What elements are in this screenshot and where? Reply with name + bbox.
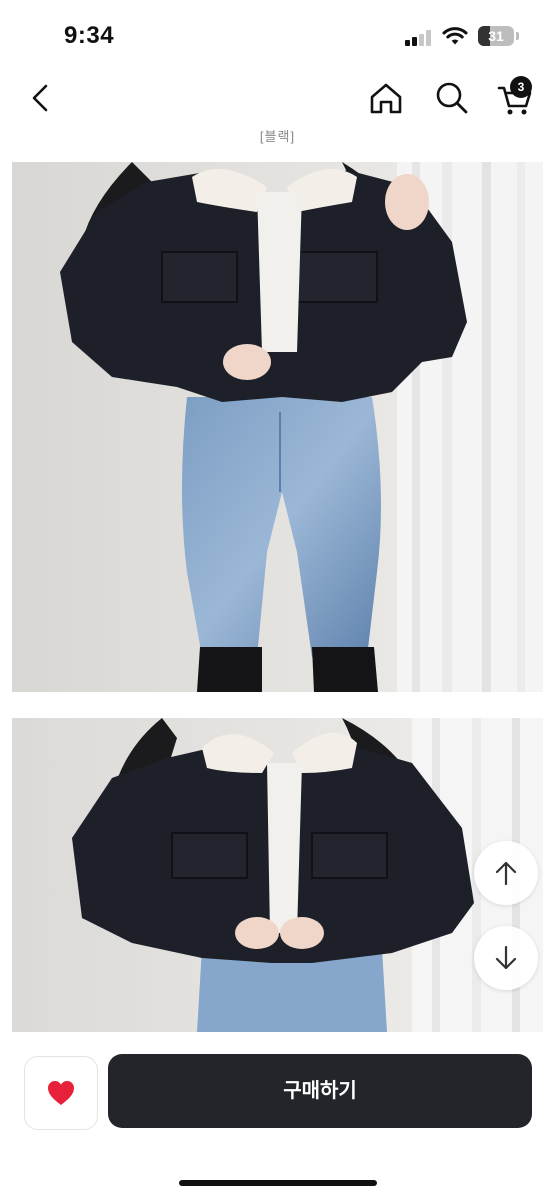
battery-icon: 31 xyxy=(478,26,514,46)
like-button[interactable] xyxy=(24,1056,98,1130)
cart-count-badge: 3 xyxy=(510,76,532,98)
scroll-down-button[interactable] xyxy=(474,926,538,990)
back-button[interactable] xyxy=(24,78,60,118)
color-caption: [블랙] xyxy=(259,129,296,144)
product-image-2[interactable] xyxy=(12,718,543,1032)
status-bar: 9:34 31 xyxy=(0,0,555,70)
product-image-1[interactable] xyxy=(12,162,543,692)
home-button[interactable] xyxy=(366,78,406,118)
home-indicator xyxy=(179,1180,377,1186)
arrow-down-icon xyxy=(495,945,517,970)
search-button[interactable] xyxy=(432,78,472,118)
top-nav xyxy=(0,70,555,126)
scroll-up-button[interactable] xyxy=(474,841,538,905)
battery-level: 31 xyxy=(488,28,504,44)
wifi-icon xyxy=(442,27,468,45)
buy-button[interactable]: 구매하기 xyxy=(108,1054,532,1128)
bottom-action-bar: 구매하기 xyxy=(0,1032,555,1200)
arrow-up-icon xyxy=(495,861,517,886)
heart-icon xyxy=(48,1081,74,1105)
home-icon xyxy=(370,83,402,114)
back-icon xyxy=(32,84,48,112)
search-icon xyxy=(436,82,468,114)
status-time: 9:34 xyxy=(64,22,115,49)
signal-icon xyxy=(405,30,435,46)
